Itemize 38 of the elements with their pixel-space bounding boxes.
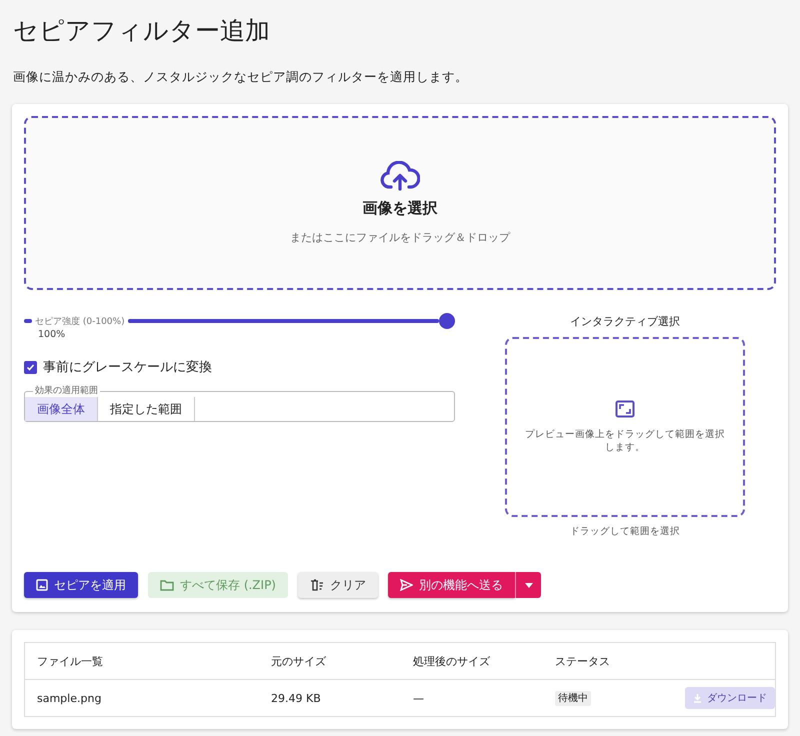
dropdown-button[interactable] xyxy=(515,572,541,598)
checkbox[interactable] xyxy=(24,360,37,374)
slider-label: セピア強度 (0-100%) xyxy=(34,316,126,328)
page-title: セピアフィルター追加 xyxy=(13,15,271,47)
table-cell: sample.png xyxy=(25,680,259,716)
send-button[interactable]: 別の機能へ送る xyxy=(388,572,515,598)
send-icon xyxy=(400,579,413,591)
slider-value: 100% xyxy=(38,329,66,340)
scope-legend: 効果の適用範囲 xyxy=(33,386,100,397)
upload-dropzone[interactable]: 画像を選択 またはここにファイルをドラッグ＆ドロップ xyxy=(24,116,776,290)
slider-thumb[interactable] xyxy=(439,313,455,329)
slider-fill[interactable] xyxy=(128,319,439,323)
column-header: 処理後のサイズ xyxy=(401,643,543,680)
cloud-upload-icon xyxy=(380,161,420,191)
clear-button[interactable]: クリア xyxy=(298,572,378,598)
selection-caption: ドラッグして範囲を選択 xyxy=(570,525,680,538)
table-cell: — xyxy=(401,680,543,716)
table-cell: 29.49 KB xyxy=(259,680,401,716)
download-icon xyxy=(693,694,702,702)
column-header: ファイル一覧 xyxy=(25,643,259,680)
interactive-title: インタラクティブ選択 xyxy=(570,314,680,329)
selection-area[interactable]: プレビュー画像上をドラッグして範囲を選択します。 xyxy=(505,337,745,517)
status-chip: 待機中 xyxy=(555,691,591,706)
apply-button[interactable]: セピアを適用 xyxy=(24,572,138,598)
crop-icon xyxy=(615,400,635,418)
folder-icon xyxy=(160,579,174,591)
column-header: 元のサイズ xyxy=(259,643,401,680)
caret-icon xyxy=(524,582,532,588)
column-header: ステータス xyxy=(543,643,667,680)
scope-option[interactable]: 画像全体 xyxy=(25,397,98,421)
dropzone-title: 画像を選択 xyxy=(362,199,438,218)
image-icon xyxy=(36,579,48,591)
checkbox-label: 事前にグレースケールに変換 xyxy=(43,359,212,376)
selection-hint: プレビュー画像上をドラッグして範囲を選択します。 xyxy=(524,428,726,454)
page-description: 画像に温かみのある、ノスタルジックなセピア調のフィルターを適用します。 xyxy=(13,69,469,86)
trash-icon xyxy=(310,579,324,591)
dropzone-hint: またはここにファイルをドラッグ＆ドロップ xyxy=(290,230,510,245)
check-icon xyxy=(26,362,35,372)
